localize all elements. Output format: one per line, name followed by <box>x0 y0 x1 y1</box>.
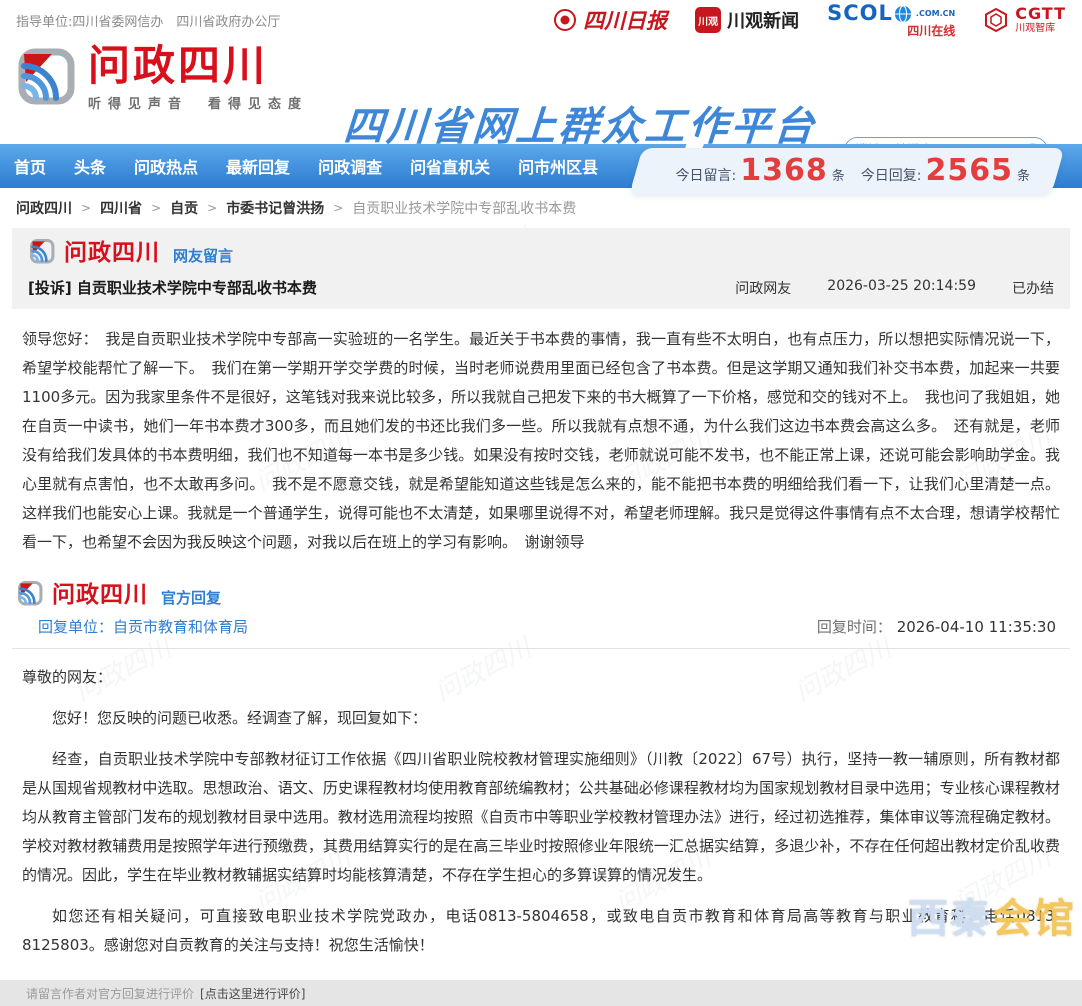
site-header: 问政四川 听得见声音 看得见态度 四川省网上群众工作平台 <box>0 38 1082 140</box>
message-card: 问政四川 网友留言 [投诉] 自贡职业技术学院中专部乱收书本费 问政网友 202… <box>12 228 1070 567</box>
nav-item-survey[interactable]: 问政调查 <box>318 154 382 178</box>
reply-brand-row: 问政四川 官方回复 <box>16 579 1066 607</box>
today-messages-unit: 条 <box>832 165 845 184</box>
chuanguan-news-label: 川观新闻 <box>727 7 799 33</box>
wenzheng-logo-icon <box>16 579 44 607</box>
sichuan-daily-logo[interactable]: 四川日报 <box>553 5 667 35</box>
reply-section-label: 官方回复 <box>161 589 221 607</box>
status-badge: 已办结 <box>1012 278 1054 298</box>
chuanguan-news-logo[interactable]: 川观 川观新闻 <box>695 7 799 33</box>
sichuan-daily-label: 四川日报 <box>583 5 667 35</box>
breadcrumb-separator: > <box>207 201 217 215</box>
nav-item-headlines[interactable]: 头条 <box>74 154 106 178</box>
reply-meta-row: 回复单位：自贡市教育和体育局 回复时间： 2026-04-10 11:35:30 <box>12 607 1070 649</box>
reply-paragraph: 经查，自贡职业技术学院中专部教材征订工作依据《四川省职业院校教材管理实施细则》（… <box>22 745 1060 890</box>
rating-action-link[interactable]: [点击这里进行评价] <box>200 985 305 1002</box>
wenzheng-logo-icon <box>14 44 78 108</box>
today-replies-label: 今日回复: <box>861 165 922 185</box>
reply-time-value: 2026-04-10 11:35:30 <box>897 618 1056 636</box>
cgtt-wordmark: CGTT <box>1015 5 1066 23</box>
scol-logo[interactable]: SCOL .COM.CN 四川在线 <box>827 3 955 37</box>
message-brand-title: 问政四川 <box>64 242 160 265</box>
reply-unit-link[interactable]: 回复单位：自贡市教育和体育局 <box>38 616 248 637</box>
site-logo-tagline: 听得见声音 看得见态度 <box>88 93 308 112</box>
guide-units-text: 指导单位:四川省委网信办 四川省政府办公厅 <box>16 11 280 30</box>
message-author: 问政网友 <box>735 278 791 298</box>
cgtt-logo[interactable]: CGTT 川观智库 <box>983 5 1066 35</box>
cgtt-cn-label: 川观智库 <box>1015 23 1066 35</box>
breadcrumb-item-province[interactable]: 四川省 <box>100 198 142 218</box>
breadcrumb: 问政四川 > 四川省 > 自贡 > 市委书记曾洪扬 > 自贡职业技术学院中专部乱收书本费 <box>0 188 1082 222</box>
breadcrumb-item-root[interactable]: 问政四川 <box>16 198 72 218</box>
reply-brand-title: 问政四川 <box>52 584 148 607</box>
reply-card: 问政四川 官方回复 回复单位：自贡市教育和体育局 回复时间： 2026-04-1… <box>12 567 1070 976</box>
reply-paragraph: 尊敬的网友： <box>22 663 1060 692</box>
nav-item-hot[interactable]: 问政热点 <box>134 154 198 178</box>
reply-body: 尊敬的网友： 您好！您反映的问题已收悉。经调查了解，现回复如下： 经查，自贡职业… <box>12 649 1070 976</box>
scol-domain-label: .COM.CN <box>916 10 955 18</box>
site-logo[interactable]: 问政四川 听得见声音 看得见态度 <box>14 44 308 112</box>
main-nav: 首页 头条 问政热点 最新回复 问政调查 问省直机关 问市州区县 今日留言: 1… <box>0 144 1082 188</box>
message-body: 领导您好： 我是自贡职业技术学院中专部高一实验班的一名学生。最近关于书本费的事情… <box>12 309 1070 567</box>
message-time: 2026-03-25 20:14:59 <box>827 278 976 298</box>
reply-unit-value: 自贡市教育和体育局 <box>113 618 248 636</box>
nav-item-home[interactable]: 首页 <box>14 154 46 178</box>
message-section-label: 网友留言 <box>173 247 233 265</box>
message-card-header: 问政四川 网友留言 [投诉] 自贡职业技术学院中专部乱收书本费 问政网友 202… <box>12 228 1070 309</box>
top-bar: 指导单位:四川省委网信办 四川省政府办公厅 四川日报 川观 川观新闻 SCOL … <box>0 0 1082 38</box>
today-replies-stat: 今日回复: 2565 条 <box>861 156 1030 186</box>
wenzheng-logo-icon <box>28 237 56 265</box>
scol-globe-icon <box>894 5 912 23</box>
rating-hint-text: 请留言作者对官方回复进行评价 <box>26 985 194 1002</box>
message-title: [投诉] 自贡职业技术学院中专部乱收书本费 <box>28 277 317 298</box>
today-messages-stat: 今日留言: 1368 条 <box>676 156 845 186</box>
reply-paragraph: 您好！您反映的问题已收悉。经调查了解，现回复如下： <box>22 704 1060 733</box>
reply-time-label: 回复时间： <box>817 618 892 636</box>
nav-item-provincial[interactable]: 问省直机关 <box>410 154 490 178</box>
breadcrumb-current: 自贡职业技术学院中专部乱收书本费 <box>352 198 576 218</box>
scol-cn-label: 四川在线 <box>907 25 955 37</box>
cgtt-hexagon-icon <box>983 7 1009 33</box>
sichuan-daily-seal-icon <box>553 8 577 32</box>
today-replies-value: 2565 <box>925 156 1013 186</box>
reply-card-header: 问政四川 官方回复 <box>12 567 1070 607</box>
breadcrumb-item-city[interactable]: 自贡 <box>170 198 198 218</box>
main-content: 问政四川 网友留言 [投诉] 自贡职业技术学院中专部乱收书本费 问政网友 202… <box>12 228 1070 976</box>
breadcrumb-item-leader[interactable]: 市委书记曾洪扬 <box>226 198 324 218</box>
breadcrumb-separator: > <box>151 201 161 215</box>
reply-unit-label: 回复单位： <box>38 618 113 636</box>
chuanguan-badge-icon: 川观 <box>695 7 721 33</box>
site-logo-title: 问政四川 <box>88 44 308 88</box>
breadcrumb-separator: > <box>81 201 91 215</box>
reply-paragraph: 如您还有相关疑问，可直接致电职业技术学院党政办，电话0813-5804658，或… <box>22 902 1060 960</box>
breadcrumb-separator: > <box>333 201 343 215</box>
rating-footer-bar: 请留言作者对官方回复进行评价 [点击这里进行评价] <box>0 980 1082 1006</box>
nav-item-city[interactable]: 问市州区县 <box>518 154 598 178</box>
today-replies-unit: 条 <box>1017 165 1030 184</box>
partner-logos: 四川日报 川观 川观新闻 SCOL .COM.CN 四川在线 <box>553 3 1066 37</box>
message-brand-row: 问政四川 网友留言 <box>28 237 1054 265</box>
today-messages-label: 今日留言: <box>676 165 737 185</box>
nav-item-latest[interactable]: 最新回复 <box>226 154 290 178</box>
today-messages-value: 1368 <box>740 156 828 186</box>
scol-wordmark: SCOL <box>827 3 893 24</box>
